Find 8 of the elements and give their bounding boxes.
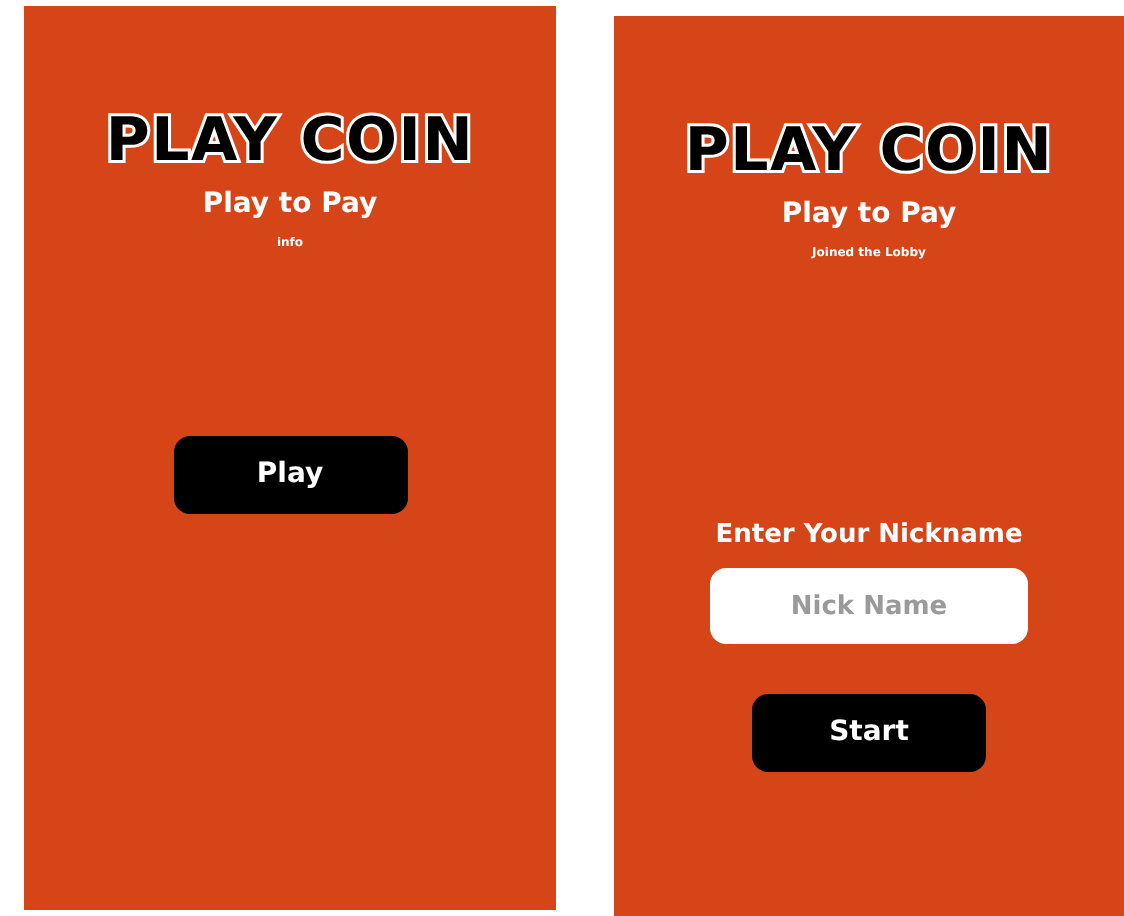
app-title: PLAY COIN	[684, 116, 1054, 188]
app-title: PLAY COIN	[105, 106, 475, 178]
field-label: Enter Your Nickname	[715, 520, 1023, 552]
nickname-input[interactable]: Nick Name	[710, 568, 1028, 644]
subtitle: Play to Pay	[781, 196, 957, 232]
start-button[interactable]: Start	[752, 694, 986, 772]
play-button[interactable]: Play	[173, 436, 407, 514]
subtitle: Play to Pay	[202, 186, 378, 222]
